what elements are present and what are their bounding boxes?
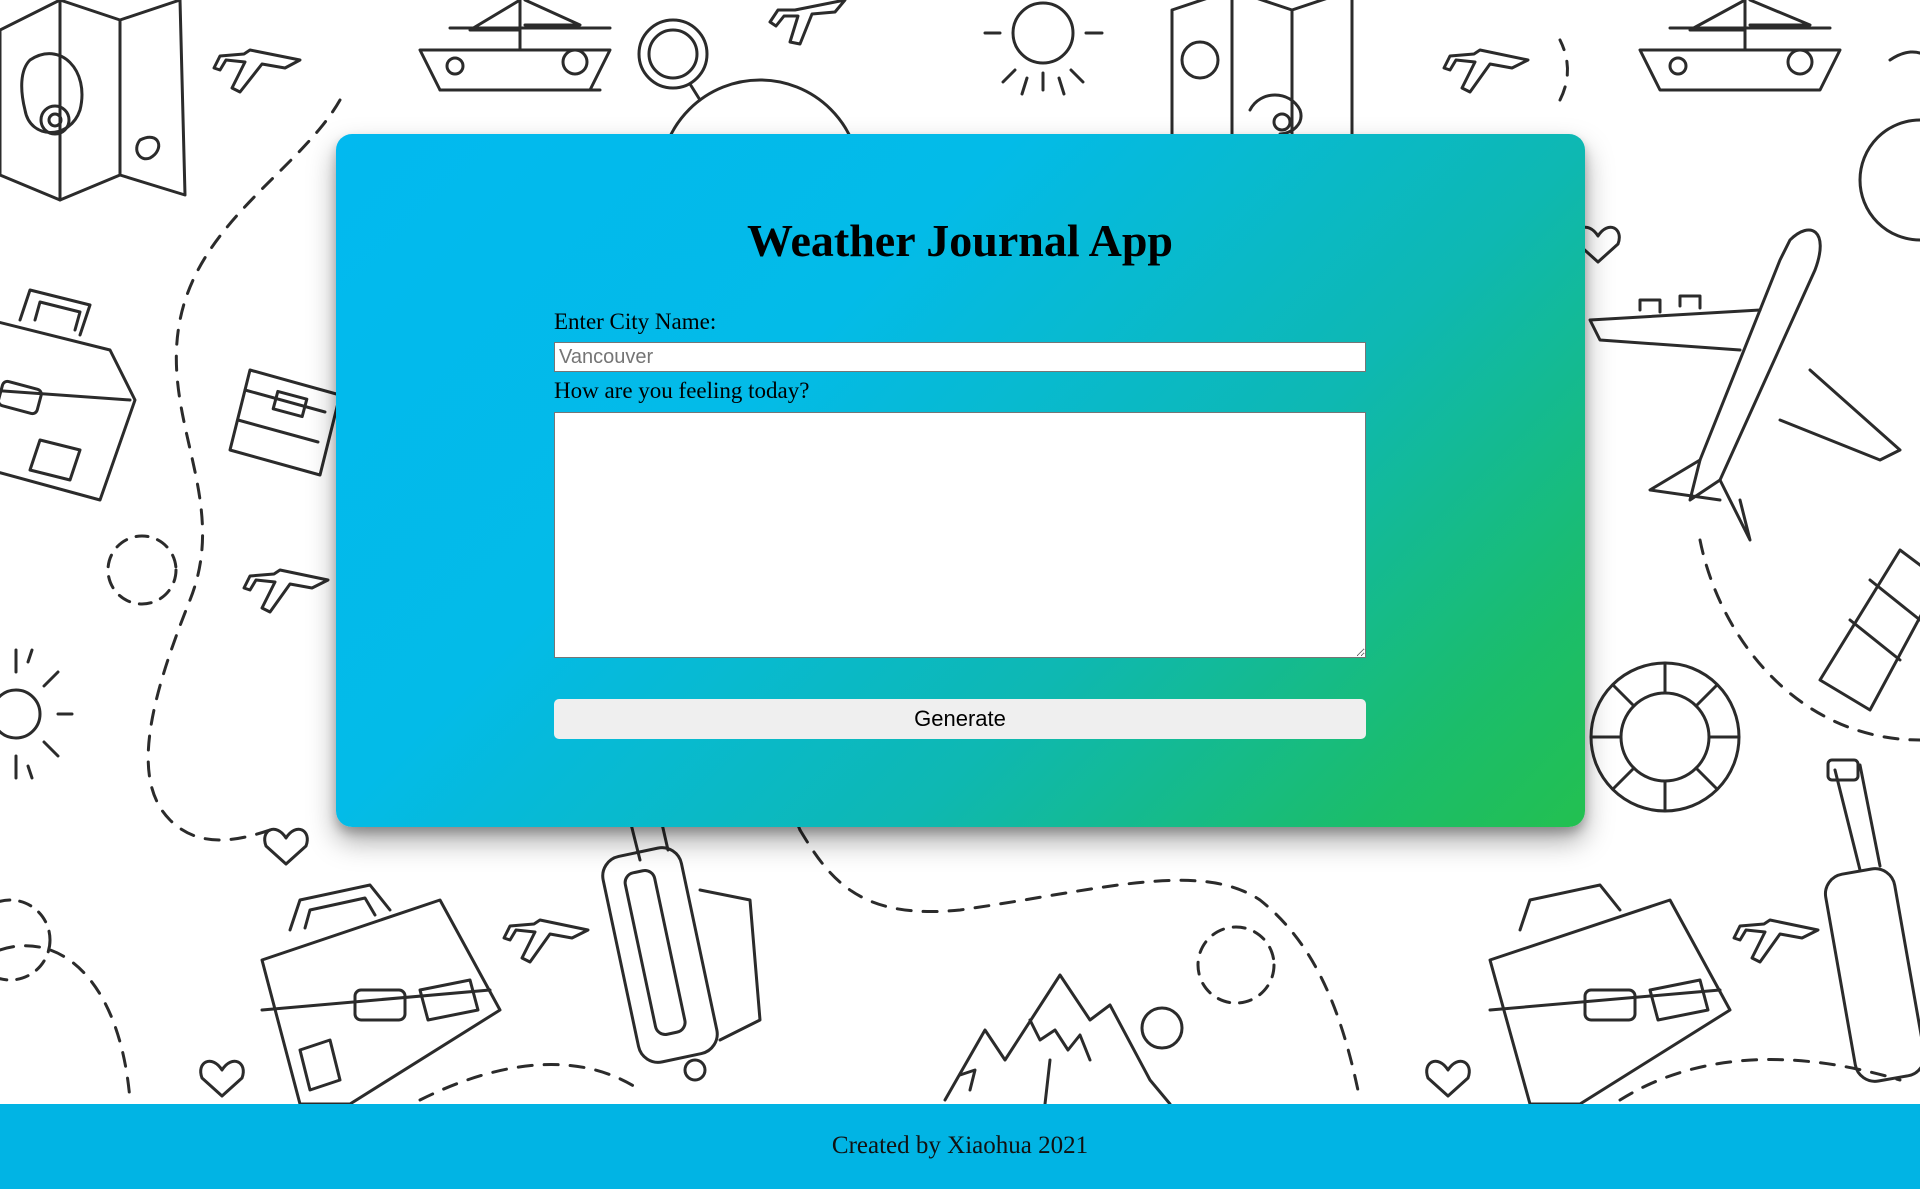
feeling-label: How are you feeling today? <box>554 378 810 403</box>
airplane-icon <box>212 48 302 94</box>
rolling-luggage-icon <box>601 813 762 1082</box>
heart-icon <box>1425 1059 1471 1098</box>
map-icon <box>0 0 187 202</box>
ticket-icon <box>1818 548 1920 712</box>
sailboat-icon <box>1638 0 1842 92</box>
rolling-luggage-icon <box>1823 758 1920 1083</box>
map-icon <box>1170 0 1354 136</box>
dashed-circle <box>1196 925 1276 1005</box>
life-ring-icon <box>1589 661 1741 813</box>
airplane-icon <box>502 918 590 964</box>
suitcase-icon <box>1488 883 1732 1104</box>
sun-icon <box>983 1 1104 96</box>
generate-button[interactable]: Generate <box>554 699 1366 739</box>
city-input[interactable] <box>554 342 1366 372</box>
airplane-icon <box>1732 918 1820 964</box>
airplane-icon <box>768 0 847 46</box>
dashed-circle <box>106 534 178 606</box>
footer-credit: Created by Xiaohua 2021 <box>831 1132 1089 1159</box>
airplane-icon <box>1588 228 1902 542</box>
ticket-icon <box>228 368 342 477</box>
suitcase-icon <box>0 288 137 502</box>
airplane-icon <box>1442 48 1530 94</box>
sun-icon <box>0 648 74 780</box>
heart-icon <box>263 827 309 866</box>
mountain-icon <box>943 973 1184 1104</box>
page-title: Weather Journal App <box>747 215 1173 266</box>
dashed-circle <box>0 898 52 982</box>
sailboat-icon <box>418 0 612 92</box>
feelings-textarea[interactable] <box>554 412 1366 658</box>
airplane-icon <box>242 568 330 614</box>
suitcase-icon <box>260 883 502 1104</box>
heart-icon <box>199 1059 245 1098</box>
city-label: Enter City Name: <box>554 309 717 334</box>
